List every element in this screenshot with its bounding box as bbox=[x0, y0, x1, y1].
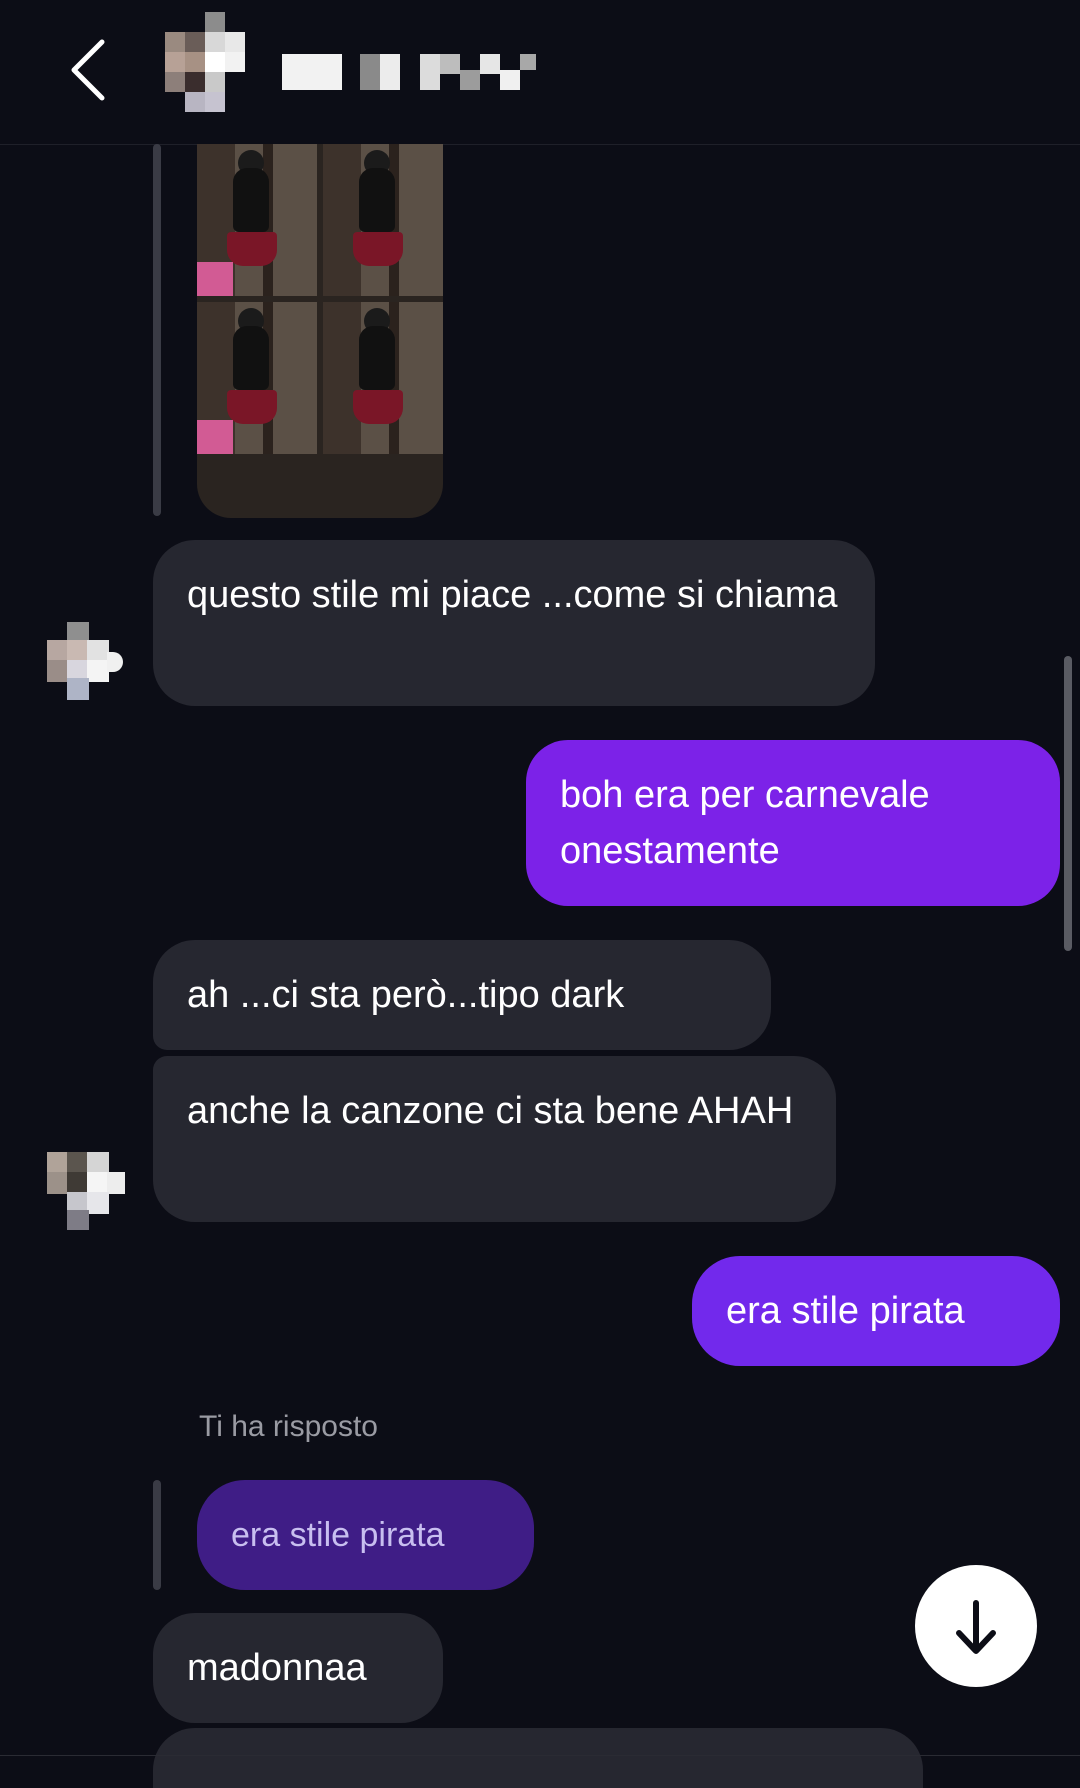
reply-indicator-bar bbox=[153, 144, 161, 516]
message-text: ah ...ci sta però...tipo dark bbox=[187, 974, 625, 1016]
message-bubble-incoming[interactable]: ah ...ci sta però...tipo dark bbox=[153, 940, 771, 1050]
quoted-text: era stile pirata bbox=[231, 1516, 445, 1554]
reply-indicator-bar bbox=[153, 1480, 161, 1590]
scrollbar[interactable] bbox=[1064, 656, 1072, 951]
message-text: madonnaa bbox=[187, 1647, 367, 1689]
message-bubble-incoming[interactable]: questo stile mi piace ...come si chiama bbox=[153, 540, 875, 706]
message-bubble-incoming-partial[interactable] bbox=[153, 1728, 923, 1788]
message-text: anche la canzone ci sta bene AHAH bbox=[187, 1090, 794, 1132]
back-button[interactable] bbox=[60, 30, 120, 110]
contact-avatar[interactable] bbox=[165, 12, 265, 112]
sender-avatar[interactable] bbox=[47, 1152, 125, 1230]
message-text: boh era per carnevale onestamente bbox=[560, 774, 930, 872]
message-bubble-incoming[interactable]: anche la canzone ci sta bene AHAH bbox=[153, 1056, 836, 1222]
photo-tile bbox=[197, 144, 317, 296]
message-bubble-outgoing[interactable]: era stile pirata bbox=[692, 1256, 1060, 1366]
arrow-down-icon bbox=[956, 1600, 996, 1654]
chevron-left-icon bbox=[71, 39, 105, 101]
quoted-message[interactable]: era stile pirata bbox=[197, 1480, 534, 1590]
reply-label: Ti ha risposto bbox=[199, 1410, 378, 1443]
shared-photo[interactable] bbox=[197, 144, 443, 518]
message-text: era stile pirata bbox=[726, 1290, 965, 1332]
photo-tile bbox=[323, 144, 443, 296]
sender-avatar[interactable] bbox=[47, 622, 125, 700]
photo-tile bbox=[323, 302, 443, 454]
message-bubble-outgoing[interactable]: boh era per carnevale onestamente bbox=[526, 740, 1060, 906]
chat-header bbox=[0, 0, 1080, 145]
contact-name[interactable] bbox=[280, 50, 580, 90]
divider bbox=[0, 1755, 1080, 1756]
scroll-to-bottom-button[interactable] bbox=[915, 1565, 1037, 1687]
photo-tile bbox=[197, 302, 317, 454]
message-text: questo stile mi piace ...come si chiama bbox=[187, 574, 838, 616]
message-bubble-incoming[interactable]: madonnaa bbox=[153, 1613, 443, 1723]
